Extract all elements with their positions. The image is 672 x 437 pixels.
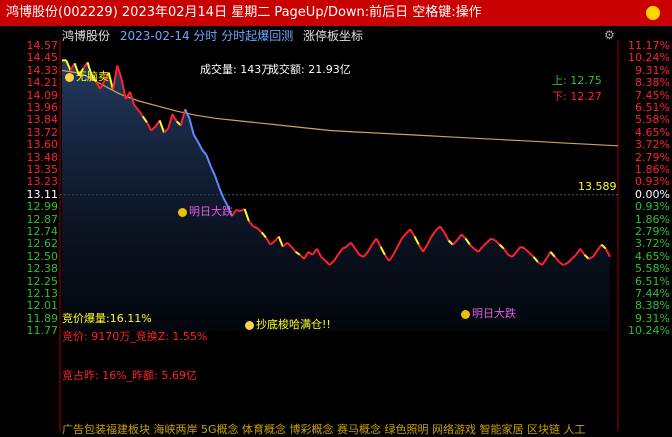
range-up-label: 上: 12.75 [552, 74, 602, 87]
concept-tags: 广告包装福建板块 海峡两岸 5G概念 体育概念 博彩概念 赛马概念 绿色照明 网… [62, 423, 586, 436]
intraday-chart[interactable]: 鸿博股份 2023-02-14 分时 分时起爆回测 涨停板坐标 ⚙ 14.57 1… [0, 26, 672, 436]
left-tick-label: 13.11 [26, 187, 59, 201]
right-tick-label: 2.79% [635, 225, 670, 238]
close-icon[interactable] [646, 6, 660, 20]
right-tick-label: 6.51% [635, 101, 670, 114]
volume-label: 成交量: 143万 [200, 63, 273, 76]
sell-signal-text: 无脑卖 [76, 70, 109, 83]
right-tick-label: 10.24% [628, 51, 670, 65]
right-tick-label: 11.17% [628, 39, 670, 52]
right-tick-label: 0.93% [635, 175, 670, 189]
left-tick-label: 14.45 [26, 51, 59, 65]
left-tick-label: 12.50 [26, 249, 59, 263]
left-tick-label: 14.57 [26, 39, 59, 52]
right-tick-label: 3.72% [635, 138, 670, 152]
left-tick-label: 13.96 [26, 101, 59, 114]
right-tick-label: 4.65% [635, 249, 670, 263]
bottom-signal: 抄底梭哈满仓!! [245, 316, 331, 332]
chart-header: 鸿博股份 2023-02-14 分时 分时起爆回测 涨停板坐标 [62, 27, 363, 44]
left-tick-label: 13.60 [26, 138, 59, 152]
left-tick-label: 14.33 [26, 63, 59, 77]
left-tick-label: 13.23 [26, 175, 59, 189]
left-tick-label: 12.13 [26, 287, 59, 300]
range-down-label: 下: 12.27 [552, 90, 602, 103]
axis-mode: 涨停板坐标 [303, 29, 364, 43]
right-tick-label: 8.38% [635, 76, 670, 90]
drop-signal-2: 明日大跌 [461, 305, 516, 321]
left-tick-label: 13.35 [26, 163, 59, 176]
right-tick-label: 5.58% [635, 262, 670, 276]
left-tick-label: 13.48 [26, 150, 59, 164]
left-tick-label: 14.21 [26, 76, 59, 90]
left-tick-label: 12.01 [26, 299, 59, 313]
right-tick-label: 6.51% [635, 274, 670, 288]
left-tick-label: 11.77 [26, 324, 59, 338]
left-tick-label: 12.74 [26, 225, 59, 238]
signal-icon [65, 72, 74, 82]
left-tick-label: 11.89 [26, 311, 59, 325]
right-tick-label: 4.65% [635, 125, 670, 139]
price-segment [235, 209, 241, 212]
apple-icon [461, 309, 470, 319]
sell-signal: 无脑卖 [65, 68, 109, 84]
drop-signal-2-text: 明日大跌 [472, 307, 516, 320]
bid-ratio-stat: 竞占昨: 16%_昨额: 5.69亿 [62, 369, 197, 382]
bottom-signal-text: 抄底梭哈满仓!! [256, 318, 331, 331]
left-tick-label: 12.62 [26, 237, 59, 251]
drop-signal-1-text: 明日大跌 [189, 205, 233, 218]
window-title-bar: 鸿博股份(002229) 2023年02月14日 星期二 PageUp/Down… [0, 0, 672, 26]
avg-line-value: 13.589 [578, 180, 617, 193]
chart-info: 2023-02-14 分时 分时起爆回测 [119, 29, 294, 43]
price-area [62, 60, 610, 332]
right-tick-label: 5.58% [635, 113, 670, 127]
left-tick-label: 12.99 [26, 200, 59, 214]
left-tick-label: 13.72 [26, 125, 59, 139]
stock-name: 鸿博股份 [62, 29, 111, 43]
left-tick-label: 12.25 [26, 274, 59, 288]
bid-price-stat: 竞价: 9170万_竞换Z: 1.55% [62, 330, 208, 343]
fire-icon [245, 320, 254, 330]
apple-icon [178, 207, 187, 217]
drop-signal-1: 明日大跌 [178, 203, 233, 219]
window-title: 鸿博股份(002229) 2023年02月14日 星期二 PageUp/Down… [6, 5, 482, 20]
right-tick-label: 10.24% [628, 324, 670, 338]
right-tick-label: 3.72% [635, 237, 670, 251]
bid-volume-stat: 竞价爆量:16.11% [62, 312, 152, 325]
right-tick-label: 0.93% [635, 200, 670, 214]
right-tick-label: 8.38% [635, 299, 670, 313]
right-tick-label: 7.44% [635, 287, 670, 300]
right-tick-label: 9.31% [635, 311, 670, 325]
right-tick-label: 2.79% [635, 150, 670, 164]
right-tick-label: 0.00% [635, 187, 670, 201]
right-tick-label: 1.86% [635, 212, 670, 226]
left-tick-label: 12.38 [26, 262, 59, 276]
left-tick-label: 12.87 [26, 212, 59, 226]
left-tick-label: 14.09 [26, 88, 59, 102]
left-tick-label: 13.84 [26, 113, 59, 127]
right-tick-label: 7.45% [635, 88, 670, 102]
right-tick-label: 1.86% [635, 163, 670, 176]
right-tick-label: 9.31% [635, 63, 670, 77]
amount-label: 成交额: 21.93亿 [268, 63, 351, 76]
